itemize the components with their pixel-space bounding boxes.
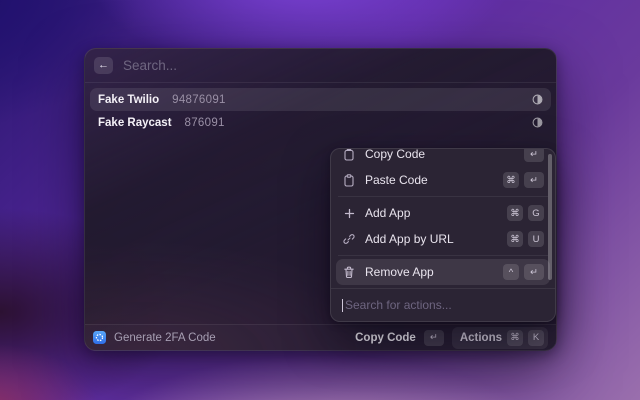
primary-action-button[interactable]: Copy Code [355, 332, 416, 344]
desktop-wallpaper: ← Search... Fake Twilio 94876091 [0, 0, 640, 400]
menu-divider [338, 255, 548, 256]
back-button[interactable]: ← [94, 57, 113, 74]
app-name: Fake Raycast [98, 117, 172, 129]
totp-timer-icon [532, 117, 543, 128]
copy-clipboard-icon [342, 148, 356, 161]
actions-menu-button[interactable]: Actions ⌘ K [452, 327, 548, 349]
text-cursor [342, 299, 343, 312]
actions-label: Actions [460, 332, 502, 344]
search-input[interactable]: Search... [123, 58, 177, 73]
list-item-fake-twilio[interactable]: Fake Twilio 94876091 [90, 88, 551, 111]
menu-item-label: Remove App [365, 265, 434, 279]
cmd-key-badge: ⌘ [507, 205, 523, 221]
return-key-badge: ↵ [524, 172, 544, 188]
paste-clipboard-icon [342, 174, 356, 187]
menu-item-add-app[interactable]: Add App ⌘ G [336, 200, 550, 226]
app-name: Fake Twilio [98, 94, 159, 106]
menu-item-copy-code[interactable]: Copy Code ↵ [336, 148, 550, 167]
menu-item-label: Paste Code [365, 173, 428, 187]
ctrl-key-badge: ^ [503, 264, 519, 280]
return-key-badge: ↵ [424, 330, 444, 346]
cmd-key-badge: ⌘ [507, 330, 523, 346]
actions-popover: Copy Code ↵ Paste Code ⌘ ↵ [330, 148, 556, 322]
u-key-badge: U [528, 231, 544, 247]
link-icon [342, 233, 356, 245]
menu-item-remove-app[interactable]: Remove App ^ ↵ [336, 259, 550, 285]
actions-menu-list: Copy Code ↵ Paste Code ⌘ ↵ [331, 148, 555, 285]
plus-icon [342, 208, 356, 219]
menu-item-label: Add App [365, 206, 410, 220]
menu-item-add-app-by-url[interactable]: Add App by URL ⌘ U [336, 226, 550, 252]
return-key-badge: ↵ [524, 264, 544, 280]
list-item-fake-raycast[interactable]: Fake Raycast 876091 [90, 111, 551, 134]
menu-item-label: Copy Code [365, 148, 425, 161]
search-header: ← Search... [85, 49, 556, 83]
return-key-badge: ↵ [524, 148, 544, 162]
cmd-key-badge: ⌘ [507, 231, 523, 247]
footer-bar: Generate 2FA Code Copy Code ↵ Actions ⌘ … [85, 324, 556, 350]
k-key-badge: K [528, 330, 544, 346]
popover-scrollbar[interactable] [548, 154, 552, 280]
g-key-badge: G [528, 205, 544, 221]
app-code: 876091 [185, 117, 225, 129]
app-code: 94876091 [172, 94, 226, 106]
menu-divider [338, 196, 548, 197]
actions-search-input[interactable]: Search for actions... [331, 288, 555, 321]
menu-item-label: Add App by URL [365, 232, 454, 246]
extension-label: Generate 2FA Code [114, 332, 216, 344]
trash-icon [342, 266, 356, 279]
back-arrow-icon: ← [98, 60, 109, 71]
totp-timer-icon [532, 94, 543, 105]
menu-item-paste-code[interactable]: Paste Code ⌘ ↵ [336, 167, 550, 193]
cmd-key-badge: ⌘ [503, 172, 519, 188]
actions-search-placeholder: Search for actions... [345, 298, 452, 312]
app-list: Fake Twilio 94876091 Fake Raycast 876091 [85, 83, 556, 139]
2fa-extension-icon [93, 331, 106, 344]
